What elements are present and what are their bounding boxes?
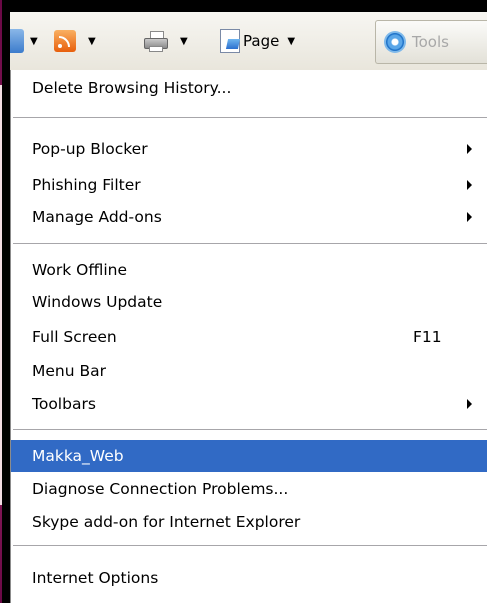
menu-item-label: Makka_Web	[32, 447, 124, 465]
print-button[interactable]: ▼	[144, 12, 188, 70]
menu-separator	[13, 243, 487, 244]
menu-item-phishing-filter[interactable]: Phishing Filter	[11, 169, 487, 201]
submenu-arrow-icon	[467, 399, 472, 409]
menu-item-label: Full Screen	[32, 328, 117, 346]
gear-icon	[384, 31, 406, 53]
page-icon	[220, 29, 240, 53]
chevron-down-icon[interactable]: ▼	[30, 36, 38, 47]
menu-item-label: Phishing Filter	[32, 176, 141, 194]
home-icon	[10, 29, 24, 53]
menu-item-label: Pop-up Blocker	[32, 140, 148, 158]
submenu-arrow-icon	[467, 180, 472, 190]
menu-item-label: Windows Update	[32, 293, 163, 311]
menu-item-internet-options[interactable]: Internet Options	[11, 562, 487, 594]
menu-item-label: Delete Browsing History...	[32, 79, 232, 97]
menu-item-diagnose-connection-problems[interactable]: Diagnose Connection Problems...	[11, 473, 487, 505]
menu-item-label: Internet Options	[32, 569, 159, 587]
menu-item-windows-update[interactable]: Windows Update	[11, 286, 487, 318]
menu-item-delete-browsing-history[interactable]: Delete Browsing History...	[11, 72, 487, 104]
page-menu-button[interactable]: Page ▼	[220, 12, 295, 70]
menu-item-skype-add-on[interactable]: Skype add-on for Internet Explorer	[11, 506, 487, 538]
feeds-button[interactable]: ▼	[54, 12, 96, 70]
shortcut-label: F11	[413, 328, 442, 346]
submenu-arrow-icon	[467, 144, 472, 154]
menu-item-popup-blocker[interactable]: Pop-up Blocker	[11, 133, 487, 165]
menu-item-label: Manage Add-ons	[32, 208, 162, 226]
menu-item-manage-add-ons[interactable]: Manage Add-ons	[11, 201, 487, 233]
page-menu-label: Page	[243, 32, 280, 50]
menu-item-label: Toolbars	[32, 395, 96, 413]
chevron-down-icon[interactable]: ▼	[88, 36, 96, 47]
menu-item-label: Work Offline	[32, 261, 128, 279]
command-bar: ▼ ▼ ▼ Page ▼ Tools	[10, 12, 487, 70]
menu-separator	[13, 545, 487, 546]
rss-feed-icon	[54, 30, 76, 52]
menu-separator	[13, 117, 487, 118]
menu-item-toolbars[interactable]: Toolbars	[11, 388, 487, 420]
menu-item-menu-bar[interactable]: Menu Bar	[11, 355, 487, 387]
menu-item-makka-web[interactable]: Makka_Web	[11, 440, 487, 472]
menu-item-label: Menu Bar	[32, 362, 106, 380]
chevron-down-icon[interactable]: ▼	[180, 36, 188, 47]
menu-item-label: Skype add-on for Internet Explorer	[32, 513, 301, 531]
chevron-down-icon: ▼	[287, 35, 296, 47]
print-icon	[144, 31, 168, 52]
home-button[interactable]: ▼	[10, 12, 38, 70]
submenu-arrow-icon	[467, 212, 472, 222]
menu-item-label: Diagnose Connection Problems...	[32, 480, 289, 498]
menu-item-work-offline[interactable]: Work Offline	[11, 254, 487, 286]
menu-item-full-screen[interactable]: Full Screen F11	[11, 321, 487, 353]
menu-separator	[13, 429, 487, 430]
tools-menu-button[interactable]: Tools	[375, 20, 487, 64]
tools-dropdown-menu: Delete Browsing History... Pop-up Blocke…	[10, 70, 487, 603]
tools-menu-label: Tools	[412, 33, 449, 51]
